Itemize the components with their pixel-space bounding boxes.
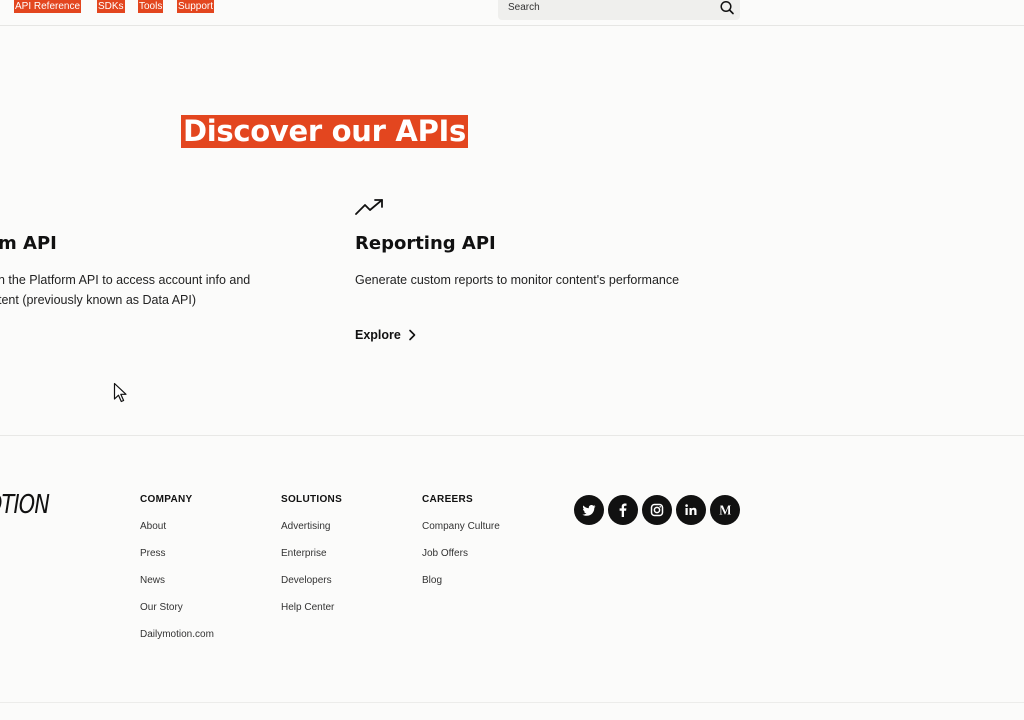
footer-link-our-story[interactable]: Our Story — [140, 601, 270, 615]
linkedin-icon[interactable] — [676, 495, 706, 525]
footer-column-careers: CAREERS Company Culture Job Offers Blog — [422, 493, 552, 601]
footer-heading-careers: CAREERS — [422, 494, 473, 505]
reporting-api-title: Reporting API — [355, 233, 496, 254]
footer-logo[interactable]: OTION — [0, 490, 50, 520]
footer-heading-company: COMPANY — [140, 494, 193, 505]
footer-link-press[interactable]: Press — [140, 547, 270, 561]
top-nav: API Reference SDKs Tools Support — [0, 0, 1024, 26]
search-icon[interactable] — [719, 0, 735, 16]
footer-link-dailymotion[interactable]: Dailymotion.com — [140, 628, 270, 642]
twitter-icon[interactable] — [574, 495, 604, 525]
explore-link[interactable]: Explore — [355, 327, 416, 343]
nav-link-tools[interactable]: Tools — [138, 0, 164, 13]
mouse-cursor-icon — [113, 382, 127, 403]
footer-link-news[interactable]: News — [140, 574, 270, 588]
footer-link-developers[interactable]: Developers — [281, 574, 411, 588]
search-box — [498, 0, 740, 20]
footer-column-solutions: SOLUTIONS Advertising Enterprise Develop… — [281, 493, 411, 628]
medium-icon[interactable] — [710, 495, 740, 525]
footer-link-job-offers[interactable]: Job Offers — [422, 547, 552, 561]
trending-up-icon — [355, 199, 383, 215]
platform-api-title: m API — [0, 233, 57, 254]
footer-column-company: COMPANY About Press News Our Story Daily… — [140, 493, 270, 655]
search-input[interactable] — [508, 0, 708, 14]
footer-heading-solutions: SOLUTIONS — [281, 494, 343, 505]
explore-label: Explore — [355, 328, 401, 342]
section-divider — [0, 435, 1024, 436]
footer-link-help-center[interactable]: Help Center — [281, 601, 411, 615]
nav-link-sdks[interactable]: SDKs — [97, 0, 125, 13]
nav-link-api-reference[interactable]: API Reference — [14, 0, 82, 13]
footer-bottom-divider — [0, 702, 1024, 703]
footer-link-company-culture[interactable]: Company Culture — [422, 520, 552, 534]
platform-api-desc-line2: tent (previously known as Data API) — [0, 293, 197, 307]
chevron-right-icon — [409, 329, 416, 341]
reporting-api-desc: Generate custom reports to monitor conte… — [355, 273, 680, 287]
page-title: Discover our APIs — [181, 114, 468, 148]
facebook-icon[interactable] — [608, 495, 638, 525]
social-links — [574, 495, 740, 525]
instagram-icon[interactable] — [642, 495, 672, 525]
footer-link-enterprise[interactable]: Enterprise — [281, 547, 411, 561]
nav-link-support[interactable]: Support — [177, 0, 215, 13]
footer-link-blog[interactable]: Blog — [422, 574, 552, 588]
footer-link-about[interactable]: About — [140, 520, 270, 534]
footer-link-advertising[interactable]: Advertising — [281, 520, 411, 534]
platform-api-desc-line1: n the Platform API to access account inf… — [0, 273, 251, 287]
